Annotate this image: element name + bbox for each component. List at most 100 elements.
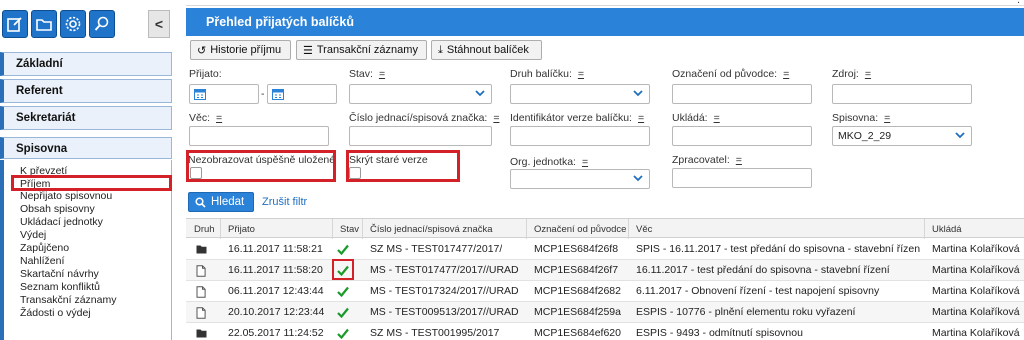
folder-icon — [196, 244, 207, 257]
sidebar-item-nahlizeni[interactable]: Nahlížení — [20, 255, 64, 267]
sidebar-item-vydej[interactable]: Výdej — [20, 229, 46, 241]
received-from-date[interactable] — [189, 84, 259, 104]
sidebar-item-ukladaci-jednotky[interactable]: Ukládací jednotky — [20, 216, 103, 228]
top-divider — [186, 0, 1024, 6]
search-button[interactable]: Hledat — [188, 192, 254, 212]
table-row[interactable]: 16.11.2017 11:58:20 MS - TEST017477/2017/… — [186, 260, 1024, 281]
col-header-sender-ref[interactable]: Označení od původce — [534, 224, 626, 235]
sidebar-item-transakcni-zaznamy[interactable]: Transakční záznamy — [20, 294, 116, 306]
main-panel: : Přehled přijatých balíčků ↺ Historie p… — [186, 0, 1024, 340]
cell-ref: MS - TEST009513/2017//URAD — [370, 306, 519, 318]
history-button-label: Historie příjmu — [210, 44, 282, 56]
note-icon[interactable] — [2, 10, 28, 38]
state-label: Stav: = — [349, 68, 386, 80]
transactions-button[interactable]: ☰ Transakční záznamy — [296, 40, 427, 60]
org-unit-select[interactable] — [510, 169, 650, 189]
cell-sender-ref: MCP1ES684f2682 — [534, 285, 621, 297]
cell-received: 20.10.2017 12:23:44 — [228, 306, 325, 318]
sidebar-item-zadosti-o-vydej[interactable]: Žádosti o výdej — [20, 307, 91, 319]
col-header-subject[interactable]: Věc — [636, 224, 652, 235]
sidebar-section-spisovna[interactable]: Spisovna — [0, 137, 172, 159]
search-icon — [195, 196, 206, 208]
reset-filter-link[interactable]: Zrušit filtr — [262, 196, 307, 208]
highlight-box-hide-successful — [186, 150, 336, 182]
history-button[interactable]: ↺ Historie příjmu — [190, 40, 291, 60]
ref-number-input[interactable] — [349, 126, 492, 146]
sidebar-section-sekretariat[interactable]: Sekretariát — [0, 106, 172, 130]
sidebar-item-seznam-konfliktu[interactable]: Seznam konfliktů — [20, 281, 100, 293]
table-row[interactable]: 16.11.2017 11:58:21 SZ MS - TEST017477/20… — [186, 239, 1024, 260]
column-divider — [220, 219, 221, 239]
col-header-status[interactable]: Stav — [340, 224, 359, 235]
subject-input[interactable] — [189, 126, 329, 146]
calendar-icon — [194, 89, 206, 100]
download-button[interactable]: ⤓ Stáhnout balíček — [431, 40, 542, 60]
download-button-label: Stáhnout balíček — [446, 44, 529, 56]
source-label: Zdroj: = — [832, 68, 871, 80]
search-button-label: Hledat — [211, 196, 245, 208]
sidebar-item-skartacni-navrhy[interactable]: Skartační návrhy — [20, 268, 99, 280]
sidebar-section-referent[interactable]: Referent — [0, 79, 172, 103]
search-icon[interactable] — [89, 10, 115, 38]
cell-ref: MS - TEST017477/2017//URAD — [370, 264, 519, 276]
chevron-down-icon — [633, 90, 643, 97]
column-divider — [628, 219, 629, 239]
col-header-stores[interactable]: Ukládá — [932, 224, 962, 235]
cell-received: 16.11.2017 11:58:20 — [228, 264, 323, 276]
state-select[interactable] — [349, 84, 492, 104]
processor-label: Zpracovatel: = — [672, 154, 742, 166]
package-type-select[interactable] — [510, 84, 650, 104]
sidebar-item-neprijato[interactable]: Nepřijato spisovnou — [20, 190, 112, 202]
source-input[interactable] — [832, 84, 972, 104]
collapse-sidebar-button[interactable]: < — [148, 10, 170, 38]
document-icon — [196, 307, 206, 322]
cell-received: 16.11.2017 11:58:21 — [228, 243, 323, 255]
document-icon — [196, 265, 206, 280]
cell-subject: SPIS - 16.11.2017 - test předání do spis… — [636, 243, 920, 255]
org-unit-label: Org. jednotka: = — [510, 156, 589, 168]
processor-input[interactable] — [672, 168, 812, 188]
received-to-date[interactable] — [267, 84, 337, 104]
date-range-dash: - — [261, 88, 265, 100]
cell-sender-ref: MCP1ES684f259a — [534, 306, 621, 318]
ref-number-label: Číslo jednací/spisová značka: = — [349, 112, 500, 124]
col-header-ref[interactable]: Číslo jednací/spisová značka — [370, 224, 493, 235]
sender-ref-label: Označení od původce: = — [672, 68, 790, 80]
sender-ref-input[interactable] — [672, 84, 812, 104]
sidebar-item-obsah-spisovny[interactable]: Obsah spisovny — [20, 203, 95, 215]
status-ok-icon — [337, 286, 349, 300]
table-header: Druh Přijato Stav Číslo jednací/spisová … — [186, 218, 1024, 239]
transactions-button-label: Transakční záznamy — [316, 44, 418, 56]
col-header-received[interactable]: Přijato — [228, 224, 255, 235]
highlight-box-status — [332, 259, 354, 280]
more-dots[interactable]: : — [1017, 0, 1020, 6]
package-type-label: Druh balíčku: = — [510, 68, 585, 80]
sidebar-item-zapujceno[interactable]: Zapůjčeno — [20, 242, 69, 254]
chevron-down-icon — [633, 175, 643, 182]
received-label: Přijato: — [189, 68, 222, 80]
table-row[interactable]: 20.10.2017 12:23:44 MS - TEST009513/2017/… — [186, 302, 1024, 323]
package-version-label: Identifikátor verze balíčku: = — [510, 112, 645, 124]
table-row[interactable]: 06.11.2017 12:43:44 MS - TEST017324/2017/… — [186, 281, 1024, 302]
table-row[interactable]: 22.05.2017 11:24:52 SZ MS - TEST001995/20… — [186, 323, 1024, 340]
download-icon: ⤓ — [438, 43, 443, 56]
cell-received: 06.11.2017 12:43:44 — [228, 285, 324, 297]
cell-stores: Martina Kolaříková — [932, 285, 1020, 297]
stores-input[interactable] — [672, 126, 812, 146]
column-divider — [332, 219, 333, 239]
col-header-kind[interactable]: Druh — [194, 224, 215, 235]
cell-stores: Martina Kolaříková — [932, 306, 1020, 318]
cell-subject: 16.11.2017 - test předání do spisovna - … — [636, 264, 890, 276]
sidebar-section-zakladni[interactable]: Základní — [0, 52, 172, 76]
gear-icon[interactable] — [60, 10, 86, 38]
history-icon: ↺ — [197, 44, 207, 57]
cell-subject: ESPIS - 10776 - plnění elementu roku vyř… — [636, 306, 856, 318]
registry-select[interactable]: MKO_2_29 — [832, 126, 972, 146]
cell-stores: Martina Kolaříková — [932, 327, 1020, 339]
package-version-input[interactable] — [510, 126, 650, 146]
folder-icon[interactable] — [31, 10, 57, 38]
column-divider — [526, 219, 527, 239]
document-icon — [196, 286, 206, 301]
sidebar-toolbar: < — [0, 8, 172, 40]
highlight-box-prijem — [11, 175, 172, 191]
